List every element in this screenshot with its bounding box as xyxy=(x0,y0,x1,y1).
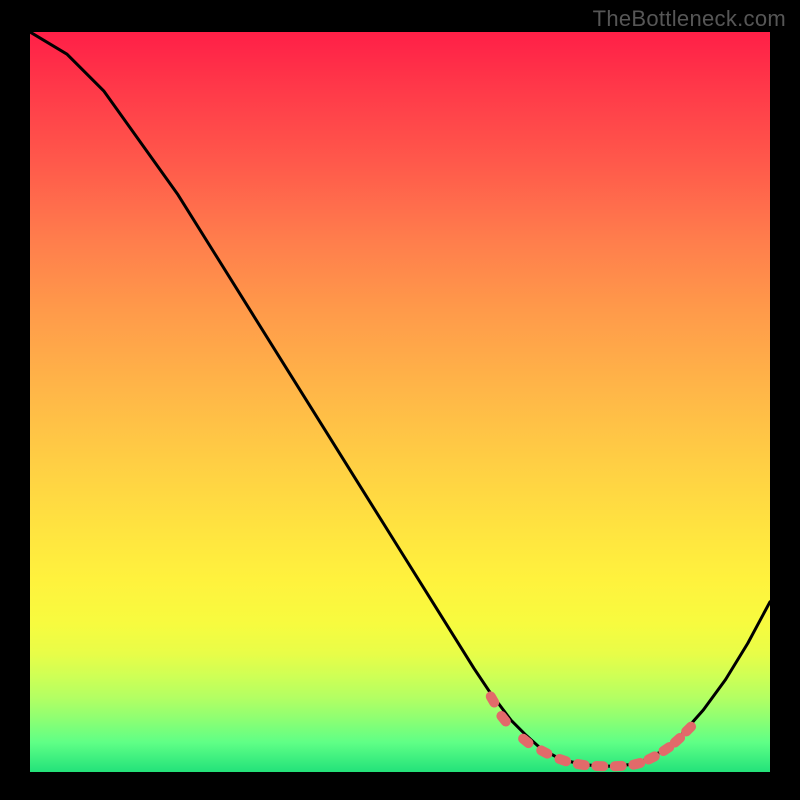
watermark-label: TheBottleneck.com xyxy=(593,6,786,32)
sweet-spot-markers xyxy=(484,690,698,772)
chart-svg xyxy=(30,32,770,772)
bottleneck-curve xyxy=(30,32,770,766)
marker-point xyxy=(553,753,572,768)
chart-stage: TheBottleneck.com xyxy=(0,0,800,800)
marker-point xyxy=(610,761,628,772)
marker-point xyxy=(572,758,590,771)
marker-point xyxy=(484,690,501,710)
plot-area xyxy=(30,32,770,772)
curve-path xyxy=(30,32,770,766)
marker-point xyxy=(591,761,608,772)
